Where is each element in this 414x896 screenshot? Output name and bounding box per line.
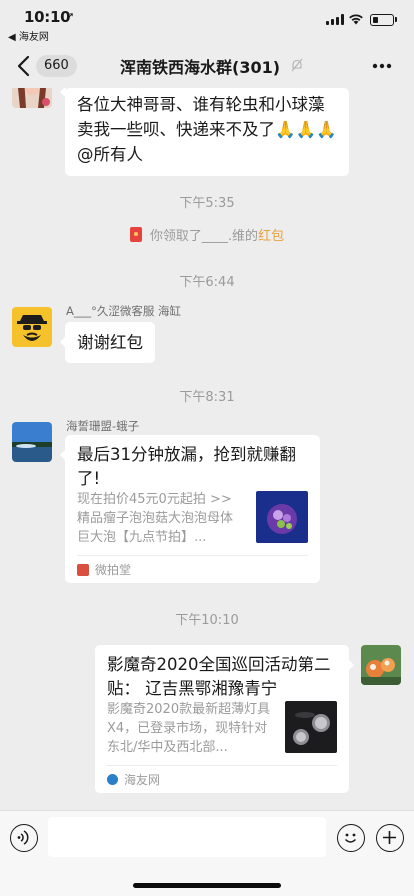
unread-count-badge[interactable]: 660: [36, 55, 77, 77]
chat-message-list[interactable]: 各位大神哥哥、谁有轮虫和小球藻卖我一些呗、快递来不及了🙏🙏🙏@所有人 下午5:3…: [0, 88, 414, 810]
link-card-thumbnail: [256, 491, 308, 543]
status-time: 10:10: [24, 8, 71, 26]
home-indicator: [133, 883, 281, 888]
wifi-icon: [349, 14, 363, 25]
more-actions-button[interactable]: [376, 824, 404, 852]
sender-name: A___°久涩微客服 海缸: [66, 304, 182, 318]
link-card[interactable]: 影魔奇2020全国巡回活动第二贴： 辽吉黑鄂湘豫青宁 影魔奇2020款最新超薄灯…: [95, 645, 354, 793]
back-chevron-icon[interactable]: [14, 52, 34, 80]
message-text: 各位大神哥哥、谁有轮虫和小球藻卖我一些呗、快递来不及了🙏🙏🙏@所有人: [77, 95, 337, 164]
link-card-title: 最后31分钟放漏，抢到就赚翻了!: [77, 445, 296, 488]
mute-bell-icon: [291, 58, 303, 72]
sender-avatar[interactable]: [12, 422, 52, 462]
link-card-thumbnail: [285, 701, 337, 753]
link-card[interactable]: 最后31分钟放漏，抢到就赚翻了! 现在拍价45元0元起拍 >> 精品瘤子泡泡菇大…: [60, 435, 320, 583]
emoji-icon: [344, 833, 357, 843]
link-card-description: 影魔奇2020款最新超薄灯具X4，已登录市场，现特针对东北/华中及西北部...: [107, 702, 271, 755]
haiyou-logo-icon: [107, 774, 118, 785]
battery-level: [372, 16, 378, 23]
battery-icon: [370, 14, 394, 26]
message-text: 谢谢红包: [77, 333, 143, 352]
cellular-signal-icon: [326, 14, 344, 25]
back-to-app-link[interactable]: ◀ 海友网: [8, 28, 49, 43]
message-bubble[interactable]: 各位大神哥哥、谁有轮虫和小球藻卖我一些呗、快递来不及了🙏🙏🙏@所有人: [60, 88, 349, 176]
red-packet-icon: [129, 227, 142, 242]
message-timestamp: 下午10:10: [175, 613, 239, 628]
red-packet-system-message: 你领取了____.维的红包: [0, 225, 414, 244]
chat-title: 浑南铁西海水群(301): [120, 58, 281, 77]
battery-cap: [395, 17, 397, 22]
location-arrow-icon: ➚: [66, 11, 75, 22]
message-timestamp: 下午5:35: [179, 196, 235, 211]
weipaitang-logo-icon: [77, 564, 89, 576]
sender-avatar[interactable]: [12, 307, 52, 347]
link-card-source: 海友网: [107, 771, 160, 788]
link-card-description: 现在拍价45元0元起拍 >> 精品瘤子泡泡菇大泡泡母体巨大泡【九点节拍】...: [77, 492, 234, 545]
red-packet-link[interactable]: 红包: [258, 229, 284, 244]
message-text-input[interactable]: [48, 817, 326, 857]
message-bubble[interactable]: 谢谢红包: [60, 322, 155, 363]
link-card-title: 影魔奇2020全国巡回活动第二贴： 辽吉黑鄂湘豫青宁: [107, 655, 331, 698]
status-bar: 10:10 ➚ ◀ 海友网: [0, 0, 414, 44]
link-card-source: 微拍堂: [77, 561, 131, 578]
voice-icon: [17, 830, 29, 845]
chat-nav-bar: 660 浑南铁西海水群(301): [0, 44, 414, 88]
system-message-text: 你领取了____.维的: [149, 229, 259, 244]
plus-icon: [383, 831, 396, 844]
sender-avatar[interactable]: [12, 88, 52, 108]
sender-name: 海誓珊盟-蛾子: [66, 419, 140, 433]
voice-input-button[interactable]: [10, 824, 38, 852]
message-timestamp: 下午6:44: [179, 275, 235, 290]
my-avatar[interactable]: [361, 645, 401, 685]
more-options-icon[interactable]: [368, 52, 396, 80]
emoji-button[interactable]: [337, 824, 365, 852]
message-timestamp: 下午8:31: [179, 390, 235, 405]
